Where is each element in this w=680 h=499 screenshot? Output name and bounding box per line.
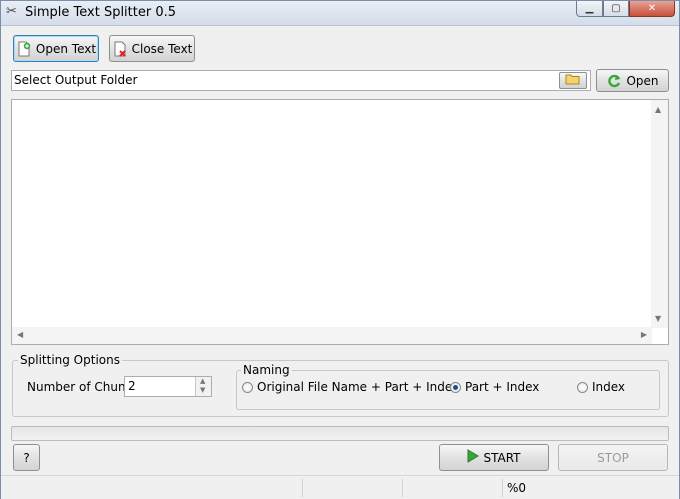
scroll-left-icon[interactable]: ◀ xyxy=(17,330,23,339)
open-text-button[interactable]: Open Text xyxy=(13,35,99,62)
radio-label: Original File Name + Part + Index xyxy=(257,380,460,394)
spin-down-icon[interactable]: ▼ xyxy=(200,386,205,394)
title-bar[interactable]: ✂ Simple Text Splitter 0.5 ▁ ▢ ✕ xyxy=(1,1,679,26)
stop-label: STOP xyxy=(597,450,629,465)
chunks-value: 2 xyxy=(128,379,136,393)
horizontal-scrollbar[interactable]: ◀ ▶ xyxy=(12,327,652,344)
play-icon xyxy=(467,449,480,466)
scroll-up-icon[interactable]: ▲ xyxy=(655,105,661,114)
window-title: Simple Text Splitter 0.5 xyxy=(25,5,177,20)
radio-indicator xyxy=(577,381,588,393)
new-document-icon xyxy=(16,41,32,57)
text-preview-area[interactable]: ▲ ▼ ◀ ▶ xyxy=(11,99,669,345)
help-label: ? xyxy=(23,450,30,465)
output-folder-field[interactable]: Select Output Folder xyxy=(11,70,591,91)
minimize-button[interactable]: ▁ xyxy=(576,1,603,17)
browse-folder-button[interactable] xyxy=(559,72,587,89)
close-document-icon xyxy=(112,41,128,57)
radio-part-index[interactable]: Part + Index xyxy=(450,380,539,394)
open-folder-label: Open xyxy=(626,73,659,88)
window-controls: ▁ ▢ ✕ xyxy=(576,1,675,19)
main-content: Open Text Close Text Select Output Folde… xyxy=(1,26,679,499)
chunks-spinbox[interactable]: 2 ▲ ▼ xyxy=(124,376,212,397)
vertical-scrollbar[interactable]: ▲ ▼ xyxy=(651,100,668,328)
scroll-right-icon[interactable]: ▶ xyxy=(641,330,647,339)
status-cell-2 xyxy=(303,479,403,497)
folder-icon xyxy=(565,73,581,88)
status-cell-1 xyxy=(1,479,303,497)
spin-up-icon[interactable]: ▲ xyxy=(200,377,205,385)
spin-buttons: ▲ ▼ xyxy=(195,377,211,396)
close-window-button[interactable]: ✕ xyxy=(629,1,675,17)
open-text-label: Open Text xyxy=(35,41,97,56)
progress-bar xyxy=(11,426,669,441)
refresh-open-icon xyxy=(606,73,622,89)
splitting-options-label: Splitting Options xyxy=(18,353,122,367)
maximize-button[interactable]: ▢ xyxy=(603,1,629,17)
radio-label: Index xyxy=(592,380,626,394)
radio-label: Part + Index xyxy=(465,380,540,394)
radio-index[interactable]: Index xyxy=(577,380,625,394)
close-text-button[interactable]: Close Text xyxy=(109,35,195,62)
radio-indicator xyxy=(242,381,253,393)
status-percent: %0 xyxy=(507,481,527,495)
naming-label: Naming xyxy=(241,363,292,377)
status-bar: %0 xyxy=(1,475,679,499)
output-folder-text: Select Output Folder xyxy=(14,73,138,87)
radio-indicator-selected xyxy=(450,381,461,393)
start-button[interactable]: START xyxy=(439,444,549,471)
stop-button[interactable]: STOP xyxy=(558,444,668,471)
status-cell-3 xyxy=(403,479,503,497)
app-window: ✂ Simple Text Splitter 0.5 ▁ ▢ ✕ Open Te… xyxy=(0,0,680,499)
help-button[interactable]: ? xyxy=(13,444,40,471)
maximize-icon: ▢ xyxy=(611,3,621,14)
minimize-icon: ▁ xyxy=(585,3,594,14)
scroll-down-icon[interactable]: ▼ xyxy=(655,314,661,323)
open-folder-button[interactable]: Open xyxy=(596,69,669,92)
close-icon: ✕ xyxy=(647,3,657,14)
app-icon: ✂ xyxy=(6,4,17,19)
start-label: START xyxy=(483,450,521,465)
radio-original-file-name[interactable]: Original File Name + Part + Index xyxy=(242,380,459,394)
close-text-label: Close Text xyxy=(131,41,193,56)
